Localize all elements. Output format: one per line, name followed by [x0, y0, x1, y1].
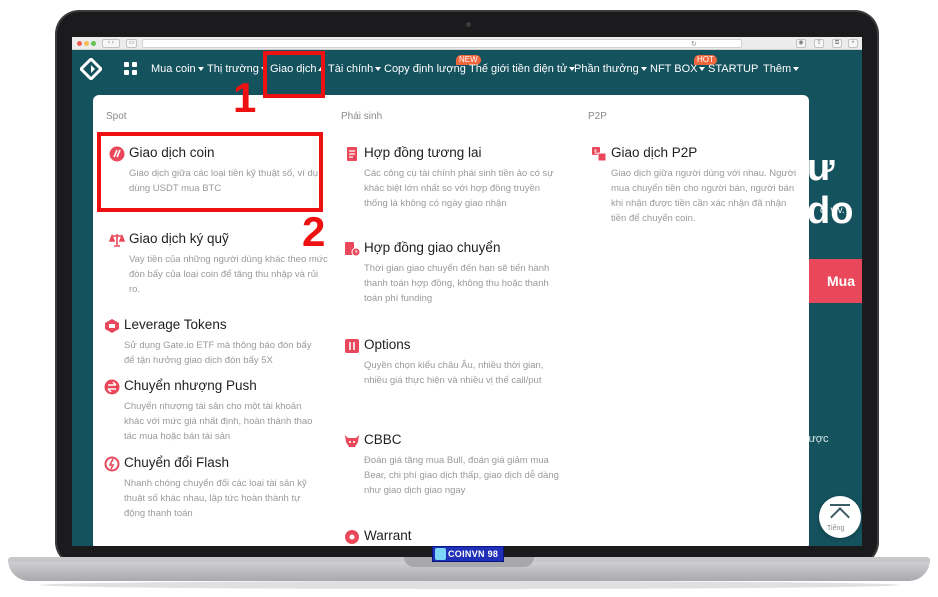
- annotation-box-step2: [97, 132, 323, 212]
- menu-item-title: Giao dịch ký quỹ: [129, 231, 229, 246]
- watermark-icon: [435, 548, 446, 560]
- flash-convert-icon: [104, 456, 120, 472]
- nav-item-crypto-world[interactable]: Thế giới tiền điện tử: [469, 63, 576, 75]
- menu-item-title: Giao dịch P2P: [611, 145, 698, 160]
- nav-item-buy-coin[interactable]: Mua coin: [151, 63, 204, 75]
- arrow-up-icon: [830, 507, 850, 527]
- reload-icon[interactable]: ↻: [691, 40, 697, 48]
- menu-item-desc: Nhanh chóng chuyển đổi các loại tài sản …: [124, 478, 307, 519]
- menu-item-margin-trade[interactable]: Giao dịch ký quỹ Vay tiền của những ngườ…: [109, 231, 328, 301]
- menu-item-futures[interactable]: Hợp đồng tương lai Các công cụ tài chính…: [344, 145, 560, 221]
- watermark-logo: COINVN 98: [432, 546, 504, 562]
- menu-item-desc: Vay tiền của những người dùng khác theo …: [129, 254, 328, 295]
- menu-item-desc: Các công cụ tài chính phái sinh tiền ảo …: [364, 168, 554, 209]
- nav-item-startup[interactable]: STARTUP: [708, 63, 758, 75]
- menu-item-title: CBBC: [364, 432, 402, 447]
- menu-item-title: Options: [364, 337, 411, 352]
- hero-subtext: c, v.v.: [820, 205, 845, 216]
- chevron-down-icon: [699, 67, 706, 72]
- window-close-button[interactable]: [77, 41, 82, 46]
- menu-item-desc: Thời gian giao chuyển đến hạn sẽ tiến hà…: [364, 263, 550, 304]
- nav-item-rewards[interactable]: Phần thưởng: [574, 63, 647, 75]
- chevron-down-icon: [197, 67, 204, 72]
- options-icon: [345, 339, 359, 353]
- site-navbar: Mua coin Thị trường Giao dịch Tài chính …: [72, 50, 862, 88]
- annotation-number-step1: 1: [233, 74, 257, 121]
- extension-icon[interactable]: ◉: [796, 39, 806, 48]
- hero-heading: ư do: [807, 147, 854, 232]
- screen: ‹ › ▭ ↻ ◉ ⇪ ⧉ + Mua coin Thị trường Giao…: [72, 37, 862, 546]
- menu-item-title: Hợp đồng tương lai: [364, 145, 482, 160]
- add-tab-icon[interactable]: +: [848, 39, 858, 48]
- nav-item-nft-box[interactable]: NFT BOX HOT: [650, 55, 717, 75]
- menu-item-push-transfer[interactable]: Chuyển nhượng Push Chuyển nhượng tài sản…: [104, 378, 320, 442]
- menu-item-delivery-contract[interactable]: Hợp đồng giao chuyển Thời gian giao chuy…: [344, 240, 560, 310]
- column-heading-spot: Spot: [106, 111, 127, 122]
- margin-scale-icon: [109, 233, 125, 247]
- chevron-down-icon: [640, 67, 647, 72]
- chevron-down-icon: [793, 67, 800, 72]
- share-icon[interactable]: ⇪: [814, 39, 824, 48]
- nav-item-more[interactable]: Thêm: [763, 63, 800, 75]
- sidebar-toggle-icon[interactable]: ▭: [126, 39, 137, 48]
- back-forward-buttons[interactable]: ‹ ›: [102, 39, 120, 48]
- gate-logo-icon[interactable]: [80, 58, 102, 80]
- column-heading-p2p: P2P: [588, 111, 607, 122]
- p2p-exchange-icon: $: [592, 147, 607, 162]
- menu-item-title: Chuyển nhượng Push: [124, 378, 257, 393]
- menu-item-title: Warrant: [364, 528, 412, 543]
- menu-item-desc: Giao dịch giữa người dùng với nhau. Ngườ…: [611, 168, 797, 224]
- menu-item-warrant[interactable]: Warrant: [344, 528, 560, 546]
- nav-item-copy-quant[interactable]: Copy định lượng NEW: [384, 55, 481, 75]
- window-minimize-button[interactable]: [84, 41, 89, 46]
- cbbc-bull-icon: [345, 435, 359, 447]
- menu-item-desc: Chuyển nhượng tài sản cho một tài khoản …: [124, 401, 313, 442]
- column-heading-derivatives: Phái sinh: [341, 111, 383, 122]
- menu-item-cbbc[interactable]: CBBC Đoán giá tăng mua Bull, đoán giá gi…: [344, 432, 560, 502]
- browser-toolbar: ‹ › ▭ ↻ ◉ ⇪ ⧉ +: [72, 37, 862, 50]
- side-text: lược: [806, 433, 829, 445]
- laptop-shadow: [40, 581, 900, 589]
- menu-item-desc: Sử dụng Gate.io ETF mà thông báo đòn bẩy…: [124, 340, 312, 366]
- window-zoom-button[interactable]: [91, 41, 96, 46]
- top-bar-icon: [830, 504, 850, 506]
- nav-item-finance[interactable]: Tài chính: [328, 63, 382, 75]
- futures-contract-icon: [347, 147, 357, 161]
- leverage-token-icon: [105, 319, 119, 333]
- menu-item-p2p[interactable]: $ Giao dịch P2P Giao dịch giữa người dùn…: [591, 145, 801, 229]
- menu-item-flash-convert[interactable]: Chuyển đổi Flash Nhanh chóng chuyển đổi …: [104, 455, 320, 521]
- menu-item-title: Leverage Tokens: [124, 317, 227, 332]
- buy-button[interactable]: Mua: [807, 259, 862, 303]
- menu-item-title: Chuyển đổi Flash: [124, 455, 230, 470]
- address-bar[interactable]: ↻: [142, 39, 742, 48]
- menu-item-desc: Quyền chọn kiểu châu Âu, nhiều thời gian…: [364, 360, 544, 386]
- delivery-contract-icon: [345, 242, 360, 257]
- annotation-box-step1: [263, 51, 325, 98]
- warrant-icon: [345, 530, 359, 544]
- push-transfer-icon: [104, 379, 120, 395]
- menu-item-title: Hợp đồng giao chuyển: [364, 240, 501, 255]
- tabs-icon[interactable]: ⧉: [832, 39, 842, 48]
- watermark-text: COINVN 98: [448, 549, 499, 559]
- scroll-label: Tiếng: [827, 525, 845, 532]
- menu-item-options[interactable]: Options Quyền chọn kiểu châu Âu, nhiều t…: [344, 337, 560, 407]
- camera: [466, 22, 471, 27]
- scroll-to-top-button[interactable]: Tiếng: [819, 496, 861, 538]
- apps-grid-icon[interactable]: [124, 62, 137, 75]
- menu-item-desc: Đoán giá tăng mua Bull, đoán giá giảm mu…: [364, 455, 559, 496]
- menu-item-leverage-tokens[interactable]: Leverage Tokens Sử dụng Gate.io ETF mà t…: [104, 317, 320, 373]
- chevron-down-icon: [375, 67, 382, 72]
- annotation-number-step2: 2: [302, 208, 326, 255]
